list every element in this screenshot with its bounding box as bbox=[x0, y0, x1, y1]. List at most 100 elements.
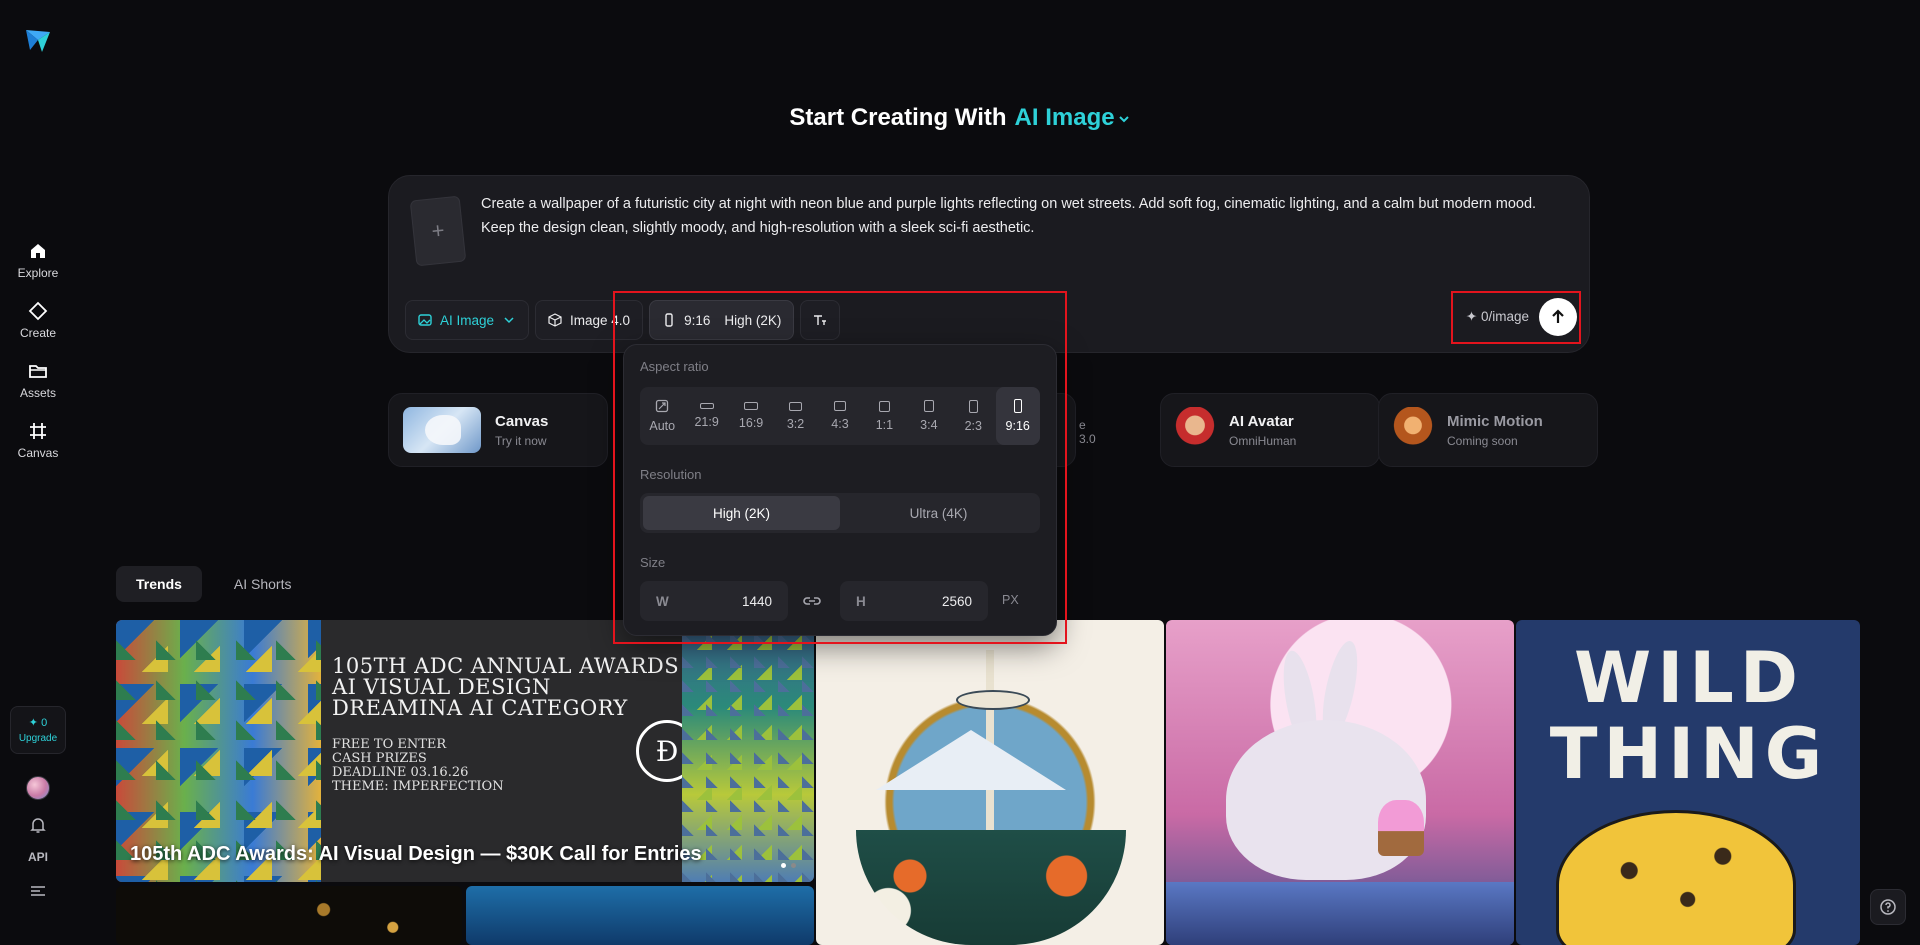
text-style-button[interactable] bbox=[800, 300, 841, 340]
feature-mimic-motion[interactable]: Mimic Motion Coming soon bbox=[1378, 393, 1598, 467]
height-label: H bbox=[856, 593, 866, 609]
feature-subtitle: OmniHuman bbox=[1229, 433, 1297, 448]
help-button[interactable] bbox=[1870, 889, 1906, 925]
chevron-down-icon bbox=[504, 317, 514, 324]
carousel-dot[interactable] bbox=[791, 863, 796, 868]
credits-value: 0 bbox=[41, 717, 48, 729]
ratio-2-3[interactable]: 2:3 bbox=[951, 387, 995, 445]
ratio-1-1[interactable]: 1:1 bbox=[862, 387, 906, 445]
tab-trends[interactable]: Trends bbox=[116, 566, 202, 602]
ratio-shape-icon bbox=[833, 401, 846, 411]
nav-explore[interactable]: Explore bbox=[6, 238, 70, 282]
water-art bbox=[1166, 882, 1514, 945]
gallery-image-space-needle[interactable] bbox=[816, 620, 1164, 945]
model-select-label: Image 4.0 bbox=[570, 312, 631, 328]
api-link[interactable]: API bbox=[28, 850, 48, 864]
tab-ai-shorts[interactable]: AI Shorts bbox=[214, 566, 312, 602]
menu-icon[interactable] bbox=[29, 882, 47, 900]
credits-count: ✦ 0 bbox=[28, 717, 48, 729]
mode-switcher-label: AI Image bbox=[1014, 104, 1115, 131]
ratio-shape-icon bbox=[699, 403, 714, 409]
feature-name: Mimic Motion bbox=[1447, 412, 1543, 430]
mode-switcher[interactable]: AI Image bbox=[1015, 104, 1131, 131]
ratio-label: 16:9 bbox=[738, 416, 764, 430]
folder-icon bbox=[29, 364, 47, 378]
feature-name: AI Avatar bbox=[1229, 412, 1294, 430]
ratio-16-9[interactable]: 16:9 bbox=[729, 387, 773, 445]
gallery-image-wild-thing[interactable]: WILD THING bbox=[1516, 620, 1860, 945]
resolution-high-2k[interactable]: High (2K) bbox=[643, 496, 840, 530]
prompt-toolbar: AI Image Image 4.0 9:16 High (2K) bbox=[405, 300, 841, 340]
mode-select-button[interactable]: AI Image bbox=[405, 300, 530, 340]
ratio-21-9[interactable]: 21:9 bbox=[684, 387, 728, 445]
canvas-icon bbox=[30, 422, 46, 439]
bell-icon[interactable] bbox=[29, 816, 47, 834]
width-field[interactable]: W bbox=[640, 581, 788, 621]
ratio-label: 9:16 bbox=[684, 312, 711, 328]
height-input[interactable] bbox=[902, 593, 972, 609]
link-icon[interactable] bbox=[802, 591, 822, 611]
ai-avatar-thumbnail bbox=[1175, 407, 1215, 453]
feature-ai-avatar[interactable]: AI Avatar OmniHuman bbox=[1160, 393, 1380, 467]
cube-icon bbox=[548, 313, 562, 327]
plus-icon: + bbox=[430, 217, 446, 244]
ratio-label: 4:3 bbox=[831, 417, 849, 431]
ratio-4-3[interactable]: 4:3 bbox=[818, 387, 862, 445]
mimic-motion-thumbnail bbox=[1393, 407, 1433, 453]
banner-title: 105TH ADC ANNUAL AWARDS AI VISUAL DESIGN… bbox=[332, 654, 680, 720]
upgrade-button[interactable]: ✦ 0 Upgrade bbox=[10, 706, 66, 754]
feature-subtitle: Coming soon bbox=[1447, 433, 1518, 448]
aspect-ratio-options: Auto 21:9 16:9 3:2 4:3 1:1 3:4 2:3 9:16 bbox=[640, 387, 1040, 445]
ratio-resolution-panel: Aspect ratio Auto 21:9 16:9 3:2 4:3 1:1 … bbox=[623, 344, 1057, 636]
help-icon bbox=[1880, 899, 1896, 915]
arrow-up-icon bbox=[1552, 309, 1564, 323]
ratio-shape-icon bbox=[789, 401, 803, 411]
add-reference-button[interactable]: + bbox=[409, 195, 467, 267]
banner-adc-awards[interactable]: 105TH ADC ANNUAL AWARDS AI VISUAL DESIGN… bbox=[116, 620, 814, 882]
banner-caption: 105th ADC Awards: AI Visual Design — $30… bbox=[130, 843, 702, 865]
left-sidebar: Explore Create Assets Canvas ✦ 0 Upgrade bbox=[0, 0, 76, 945]
ratio-3-4[interactable]: 3:4 bbox=[907, 387, 951, 445]
chevron-down-icon bbox=[1118, 115, 1129, 123]
cupcake-art bbox=[1378, 800, 1424, 856]
ratio-label: 21:9 bbox=[694, 415, 719, 429]
generate-area: ✦ 0/image bbox=[1466, 298, 1577, 336]
gallery-image-bunny[interactable] bbox=[1166, 620, 1514, 945]
ratio-auto[interactable]: Auto bbox=[640, 387, 684, 445]
gallery-image-bubbles[interactable] bbox=[116, 886, 462, 945]
logo-icon[interactable] bbox=[24, 26, 52, 54]
width-label: W bbox=[656, 593, 669, 609]
model-select-button[interactable]: Image 4.0 bbox=[535, 300, 644, 340]
page-title: Start Creating With AI Image bbox=[0, 104, 1920, 132]
diamond-icon bbox=[28, 301, 48, 320]
width-input[interactable] bbox=[702, 593, 772, 609]
ratio-label: 9:16 bbox=[1005, 419, 1030, 433]
ratio-9-16[interactable]: 9:16 bbox=[995, 387, 1040, 445]
height-field[interactable]: H bbox=[840, 581, 988, 621]
canvas-thumbnail bbox=[403, 407, 481, 453]
nav-explore-label: Explore bbox=[17, 265, 59, 280]
gallery-image-underwater[interactable] bbox=[466, 886, 814, 945]
ratio-label: 1:1 bbox=[875, 417, 894, 432]
ratio-resolution-button[interactable]: 9:16 High (2K) bbox=[649, 300, 795, 340]
prompt-card: + Create a wallpaper of a futuristic cit… bbox=[388, 175, 1590, 353]
avatar[interactable] bbox=[26, 776, 50, 800]
ratio-shape-icon bbox=[923, 400, 934, 412]
image-icon bbox=[418, 314, 432, 326]
resolution-ultra-4k[interactable]: Ultra (4K) bbox=[840, 496, 1037, 530]
carousel-dot[interactable] bbox=[781, 863, 786, 868]
nav-canvas[interactable]: Canvas bbox=[6, 418, 70, 462]
leopard-art bbox=[1556, 810, 1796, 945]
ratio-3-2[interactable]: 3:2 bbox=[773, 387, 817, 445]
nav-assets-label: Assets bbox=[19, 385, 56, 400]
size-title: Size bbox=[640, 555, 666, 570]
feature-canvas[interactable]: Canvas Try it now bbox=[388, 393, 608, 467]
sidebar-bottom: ✦ 0 Upgrade API bbox=[0, 706, 76, 900]
upgrade-label: Upgrade bbox=[18, 733, 58, 744]
prompt-input[interactable]: Create a wallpaper of a futuristic city … bbox=[481, 192, 1571, 240]
nav-create[interactable]: Create bbox=[6, 298, 70, 342]
nav-assets[interactable]: Assets bbox=[6, 358, 70, 402]
auto-ratio-icon bbox=[656, 399, 669, 413]
nav-create-label: Create bbox=[19, 325, 57, 340]
generate-button[interactable] bbox=[1539, 298, 1577, 336]
